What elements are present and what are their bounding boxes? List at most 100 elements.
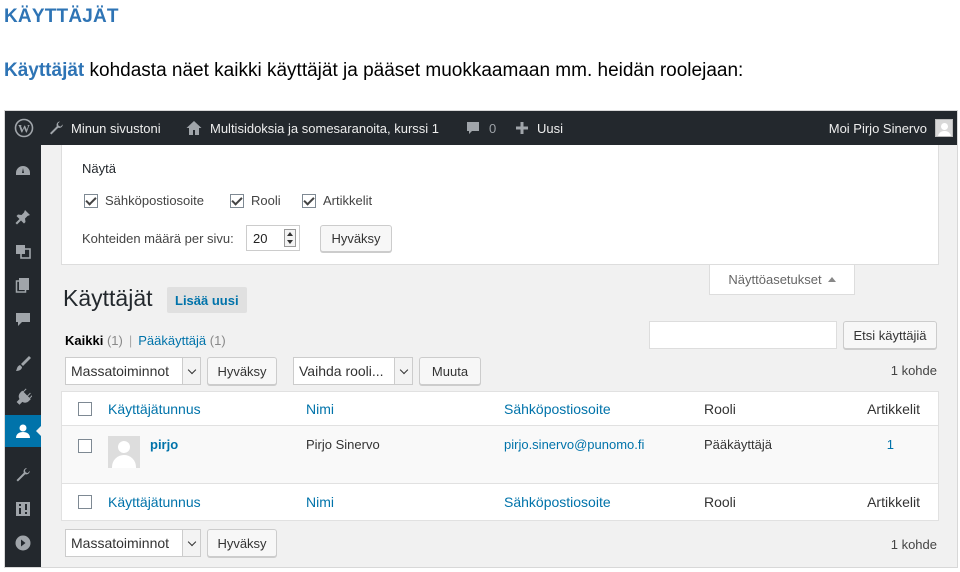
change-role-button[interactable]: Muuta [419,357,481,385]
filter-admin-label: Pääkäyttäjä [138,333,207,348]
bulk-actions-value: Massatoiminnot [71,363,170,379]
users-icon [16,424,30,438]
column-name[interactable]: Nimi [306,392,334,425]
menu-posts[interactable] [5,201,41,233]
user-name: Pirjo Sinervo [306,437,380,452]
footer-column-username[interactable]: Käyttäjätunnus [108,484,201,520]
select-all-cell [78,392,92,425]
add-new-user-button[interactable]: Lisää uusi [167,287,247,313]
wordpress-screenshot: W Minun sivustoni Multisidoksia ja somes… [4,110,958,568]
admin-side-menu [5,145,42,567]
column-posts: Artikkelit [867,400,920,417]
table-footer-row: Käyttäjätunnus Nimi Sähköpostiosoite Roo… [62,484,938,520]
user-email-link[interactable]: pirjo.sinervo@punomo.fi [504,426,644,483]
user-posts-link[interactable]: 1 [822,426,894,483]
show-posts-option[interactable]: Artikkelit [302,193,372,208]
show-email-label: Sähköpostiosoite [105,193,205,208]
wp-logo-button[interactable]: W [11,111,37,145]
admin-bar-avatar [935,119,953,137]
document-heading: KÄYTTÄJÄT [4,6,119,27]
footer-column-name[interactable]: Nimi [306,484,334,520]
comments-menu-icon [16,313,30,326]
select-all-footer-checkbox[interactable] [78,495,92,509]
menu-collapse[interactable] [5,527,41,559]
per-page-input[interactable]: 20 [246,225,300,251]
comment-icon [467,122,479,134]
menu-users[interactable] [5,415,42,447]
dashboard-icon [16,166,30,175]
row-select-checkbox[interactable] [78,439,92,453]
per-page-spinner[interactable] [284,229,296,247]
my-sites-menu[interactable]: Minun sivustoni [47,111,161,145]
chevron-down-icon [182,358,200,384]
site-name-menu[interactable]: Multisidoksia ja somesaranoita, kurssi 1 [185,111,439,145]
menu-dashboard[interactable] [5,155,41,187]
screen-options-apply-button[interactable]: Hyväksy [320,225,392,252]
tools-icon [16,468,30,482]
media-icon [16,245,31,259]
bulk-actions-select-top[interactable]: Massatoiminnot [65,357,201,385]
filter-all-count: (1) [106,333,123,348]
document-intro: Käyttäjät kohdasta näet kaikki käyttäjät… [4,60,743,82]
table-row: pirjo Pirjo Sinervo pirjo.sinervo@punomo… [62,426,938,484]
screen-options-tab[interactable]: Näyttöasetukset [709,265,855,295]
screen-options-title: Näytä [82,161,116,176]
new-label: Uusi [537,120,564,136]
home-icon [186,121,202,135]
users-table: Käyttäjätunnus Nimi Sähköpostiosoite Roo… [61,391,939,521]
show-role-label: Rooli [251,193,281,208]
footer-column-email[interactable]: Sähköpostiosoite [504,484,611,520]
footer-column-posts: Artikkelit [867,494,920,510]
comments-count: 0 [489,120,497,136]
column-username[interactable]: Käyttäjätunnus [108,392,201,425]
search-users-button[interactable]: Etsi käyttäjiä [843,321,937,349]
filter-admin[interactable]: Pääkäyttäjä (1) [138,333,225,348]
show-posts-checkbox[interactable] [302,193,316,208]
admin-bar: W Minun sivustoni Multisidoksia ja somes… [5,111,957,145]
pages-icon [15,278,29,293]
role-filter-links: Kaikki (1) | Pääkäyttäjä (1) [65,333,226,348]
intro-text: kohdasta näet kaikki käyttäjät ja pääset… [84,60,744,81]
chevron-down-icon [182,530,200,556]
bulk-apply-button-bottom[interactable]: Hyväksy [207,529,277,557]
menu-comments[interactable] [5,303,41,335]
comments-button[interactable]: 0 [465,111,496,145]
triangle-up-icon [827,277,836,282]
filter-all[interactable]: Kaikki (1) [65,333,123,348]
my-sites-label: Minun sivustoni [71,120,161,136]
change-role-select[interactable]: Vaihda rooli... [293,357,413,385]
search-users-input[interactable] [649,321,837,349]
per-page-value: 20 [253,231,268,246]
menu-appearance[interactable] [5,347,41,379]
collapse-icon [15,535,31,551]
filter-all-label: Kaikki [65,333,104,348]
menu-settings[interactable] [5,493,41,525]
svg-text:W: W [18,122,30,136]
username-link[interactable]: pirjo [150,426,178,483]
items-count-bottom: 1 kohde [890,537,937,552]
table-header-row: Käyttäjätunnus Nimi Sähköpostiosoite Roo… [62,392,938,426]
wrench-icon [50,121,63,135]
bulk-actions-select-bottom[interactable]: Massatoiminnot [65,529,201,557]
column-role: Rooli [704,400,736,417]
intro-lead: Käyttäjät [4,60,85,81]
screen-options-tab-label: Näyttöasetukset [728,272,822,287]
menu-pages[interactable] [5,269,41,301]
menu-plugins[interactable] [5,381,41,413]
wordpress-icon: W [14,118,34,138]
bulk-apply-button-top[interactable]: Hyväksy [207,357,277,385]
show-role-checkbox[interactable] [230,193,244,208]
show-role-option[interactable]: Rooli [230,193,281,208]
menu-media[interactable] [5,235,41,267]
column-email[interactable]: Sähköpostiosoite [504,392,611,425]
select-all-checkbox[interactable] [78,401,92,416]
filter-separator: | [128,333,133,348]
new-content-menu[interactable]: Uusi [515,111,563,145]
show-email-checkbox[interactable] [84,193,98,208]
filter-admin-count: (1) [209,333,226,348]
show-email-option[interactable]: Sähköpostiosoite [84,193,204,208]
row-select-cell [78,426,92,483]
footer-column-role: Rooli [704,494,736,510]
user-account-menu[interactable]: Moi Pirjo Sinervo [829,111,953,145]
menu-tools[interactable] [5,459,41,491]
